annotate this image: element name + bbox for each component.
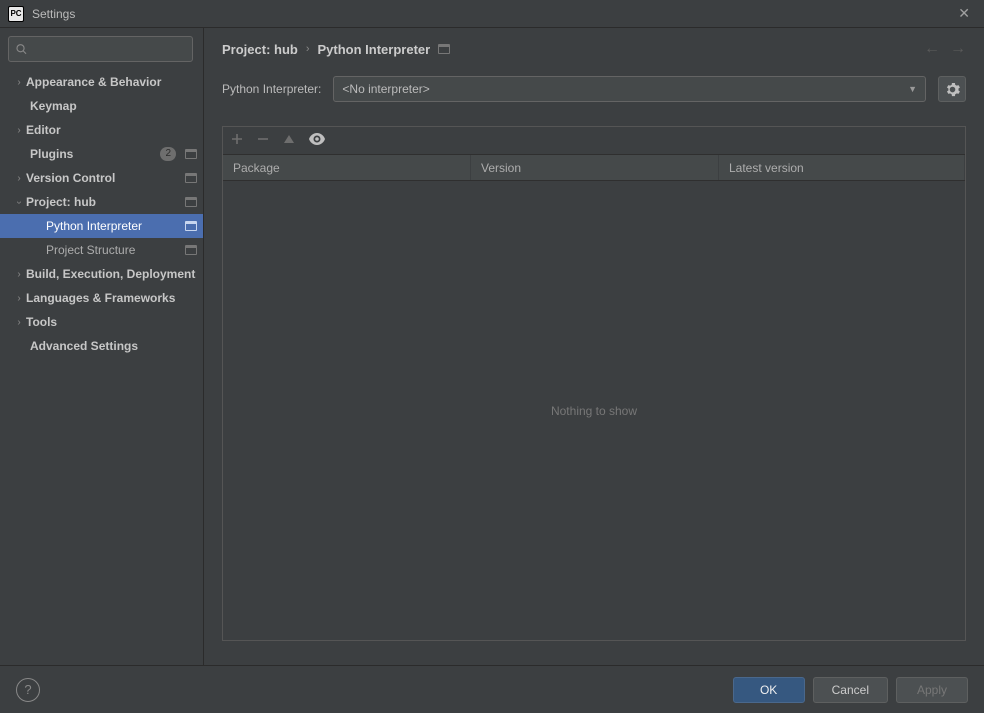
column-package[interactable]: Package [223, 155, 471, 180]
apply-button[interactable]: Apply [896, 677, 968, 703]
sidebar-item-project-hub[interactable]: › Project: hub [0, 190, 203, 214]
upgrade-package-button[interactable] [283, 133, 295, 148]
sidebar-item-advanced-settings[interactable]: Advanced Settings [0, 334, 203, 358]
project-badge-icon [185, 197, 197, 207]
sidebar-item-version-control[interactable]: › Version Control [0, 166, 203, 190]
sidebar-item-build-execution-deployment[interactable]: › Build, Execution, Deployment [0, 262, 203, 286]
chevron-down-icon: › [14, 195, 25, 209]
project-badge-icon [185, 149, 197, 159]
interpreter-settings-button[interactable] [938, 76, 966, 102]
project-badge-icon [185, 245, 197, 255]
sidebar-item-python-interpreter[interactable]: Python Interpreter [0, 214, 203, 238]
chevron-right-icon: › [12, 173, 26, 184]
eye-icon [309, 133, 325, 145]
project-badge-icon [185, 221, 197, 231]
window-title: Settings [32, 7, 952, 21]
project-badge-icon [185, 173, 197, 183]
gear-icon [945, 82, 960, 97]
sidebar-item-editor[interactable]: › Editor [0, 118, 203, 142]
sidebar-item-tools[interactable]: › Tools [0, 310, 203, 334]
breadcrumb-crumb-1: Python Interpreter [318, 42, 431, 57]
project-badge-icon [438, 44, 450, 54]
minus-icon [257, 133, 269, 145]
question-icon: ? [24, 682, 31, 697]
sidebar-item-appearance-behavior[interactable]: › Appearance & Behavior [0, 70, 203, 94]
settings-tree: › Appearance & Behavior Keymap › Editor … [0, 70, 203, 665]
packages-panel: Package Version Latest version Nothing t… [222, 126, 966, 641]
sidebar-item-label: Appearance & Behavior [26, 75, 197, 89]
column-latest[interactable]: Latest version [719, 155, 965, 180]
triangle-up-icon [283, 133, 295, 145]
breadcrumb: Project: hub › Python Interpreter [222, 42, 924, 57]
show-early-releases-button[interactable] [309, 133, 325, 148]
remove-package-button[interactable] [257, 133, 269, 148]
plugins-badge: 2 [160, 147, 176, 161]
app-icon: PC [8, 6, 24, 22]
sidebar-item-label: Plugins [30, 147, 160, 161]
cancel-button[interactable]: Cancel [813, 677, 888, 703]
sidebar-item-label: Editor [26, 123, 197, 137]
interpreter-label: Python Interpreter: [222, 82, 321, 96]
sidebar-item-label: Advanced Settings [30, 339, 197, 353]
search-input[interactable] [8, 36, 193, 62]
ok-button[interactable]: OK [733, 677, 805, 703]
interpreter-value: <No interpreter> [342, 82, 429, 96]
titlebar: PC Settings ✕ [0, 0, 984, 28]
chevron-right-icon: › [12, 317, 26, 328]
interpreter-select[interactable]: <No interpreter> ▼ [333, 76, 926, 102]
search-icon [15, 42, 28, 56]
sidebar-item-project-structure[interactable]: Project Structure [0, 238, 203, 262]
sidebar-item-label: Languages & Frameworks [26, 291, 197, 305]
nav-back-icon[interactable]: ← [924, 40, 940, 58]
nav-forward-icon[interactable]: → [950, 40, 966, 58]
sidebar-item-label: Version Control [26, 171, 181, 185]
sidebar-item-label: Tools [26, 315, 197, 329]
sidebar: › Appearance & Behavior Keymap › Editor … [0, 28, 204, 665]
sidebar-item-label: Python Interpreter [46, 219, 181, 233]
sidebar-item-keymap[interactable]: Keymap [0, 94, 203, 118]
sidebar-item-plugins[interactable]: Plugins 2 [0, 142, 203, 166]
packages-header: Package Version Latest version [223, 155, 965, 181]
help-button[interactable]: ? [16, 678, 40, 702]
chevron-down-icon: ▼ [908, 84, 917, 94]
search-field[interactable] [32, 42, 186, 57]
chevron-right-icon: › [306, 43, 310, 55]
sidebar-item-label: Keymap [30, 99, 197, 113]
packages-toolbar [223, 127, 965, 155]
sidebar-item-label: Build, Execution, Deployment [26, 267, 197, 281]
sidebar-item-label: Project Structure [46, 243, 181, 257]
add-package-button[interactable] [231, 133, 243, 148]
chevron-right-icon: › [12, 293, 26, 304]
close-icon[interactable]: ✕ [952, 3, 976, 24]
chevron-right-icon: › [12, 77, 26, 88]
column-version[interactable]: Version [471, 155, 719, 180]
plus-icon [231, 133, 243, 145]
sidebar-item-languages-frameworks[interactable]: › Languages & Frameworks [0, 286, 203, 310]
bottombar: ? OK Cancel Apply [0, 665, 984, 713]
chevron-right-icon: › [12, 125, 26, 136]
breadcrumb-crumb-0[interactable]: Project: hub [222, 42, 298, 57]
sidebar-item-label: Project: hub [26, 195, 181, 209]
content-area: Project: hub › Python Interpreter ← → Py… [204, 28, 984, 665]
chevron-right-icon: › [12, 269, 26, 280]
packages-empty: Nothing to show [223, 181, 965, 640]
